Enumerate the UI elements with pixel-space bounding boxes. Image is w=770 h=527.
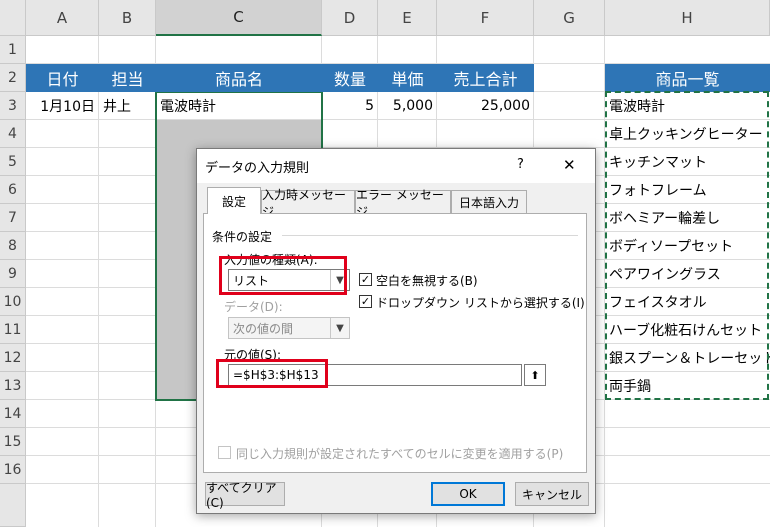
- row-header-16[interactable]: 16: [0, 456, 26, 484]
- apply-all-checkbox[interactable]: [218, 446, 231, 459]
- header-product-list[interactable]: 商品一覧: [605, 64, 770, 92]
- ignore-blank-label[interactable]: 空白を無視する(B): [376, 272, 478, 289]
- row-header-13[interactable]: 13: [0, 372, 26, 400]
- column-header-c[interactable]: C: [156, 0, 322, 36]
- collapse-dialog-button[interactable]: ⬆: [524, 364, 546, 386]
- column-header-f[interactable]: F: [437, 0, 534, 36]
- dialog-title[interactable]: データの入力規則: [197, 149, 595, 183]
- row-header-6[interactable]: 6: [0, 176, 26, 204]
- row-header-10[interactable]: 10: [0, 288, 26, 316]
- row-header-12[interactable]: 12: [0, 344, 26, 372]
- row-header-9[interactable]: 9: [0, 260, 26, 288]
- upload-arrow-icon: ⬆: [530, 368, 540, 382]
- clear-all-button[interactable]: すべてクリア(C): [205, 481, 285, 510]
- row-header-17[interactable]: [0, 484, 26, 527]
- cell-d3[interactable]: 5: [322, 92, 378, 120]
- cell-f3[interactable]: 25,000: [437, 92, 534, 120]
- row-header-14[interactable]: 14: [0, 400, 26, 428]
- cell-c3[interactable]: 電波時計: [156, 92, 322, 120]
- copy-marquee: [605, 91, 769, 400]
- header-price[interactable]: 単価: [378, 64, 437, 92]
- help-button[interactable]: ?: [517, 157, 524, 172]
- column-header-b[interactable]: B: [99, 0, 156, 36]
- close-button[interactable]: ✕: [563, 156, 576, 174]
- column-header-d[interactable]: D: [322, 0, 378, 36]
- data-value: 次の値の間: [233, 321, 294, 336]
- highlight-box-source: [216, 359, 328, 388]
- header-person[interactable]: 担当: [99, 64, 156, 92]
- row-header-4[interactable]: 4: [0, 120, 26, 148]
- cell-b3[interactable]: 井上: [99, 92, 156, 120]
- row-header-3[interactable]: 3: [0, 92, 26, 120]
- row-header-11[interactable]: 11: [0, 316, 26, 344]
- highlight-box-allow: [219, 256, 347, 295]
- cell-e3[interactable]: 5,000: [378, 92, 437, 120]
- column-header-h[interactable]: H: [605, 0, 770, 36]
- row-header-15[interactable]: 15: [0, 428, 26, 456]
- cancel-button[interactable]: キャンセル: [515, 482, 589, 506]
- data-label: データ(D):: [224, 300, 283, 314]
- tab-error-message[interactable]: エラー メッセージ: [355, 188, 451, 219]
- column-header-a[interactable]: A: [26, 0, 99, 36]
- apply-all-label[interactable]: 同じ入力規則が設定されたすべてのセルに変更を適用する(P): [236, 445, 563, 462]
- header-date[interactable]: 日付: [26, 64, 99, 92]
- chevron-down-icon[interactable]: ▼: [330, 318, 349, 338]
- ok-button[interactable]: OK: [431, 482, 505, 506]
- tab-input-message[interactable]: 入力時メッセージ: [261, 188, 355, 219]
- select-all-corner[interactable]: [0, 0, 26, 36]
- row-header-5[interactable]: 5: [0, 148, 26, 176]
- row-header-2[interactable]: 2: [0, 64, 26, 92]
- header-qty[interactable]: 数量: [322, 64, 378, 92]
- settings-panel: 条件の設定 入力値の種類(A): リスト ▼ ✓ 空白を無視する(B) ✓ ドロ…: [203, 213, 587, 473]
- dropdown-checkbox[interactable]: ✓: [359, 295, 372, 308]
- data-combo[interactable]: 次の値の間 ▼: [228, 317, 350, 339]
- data-validation-dialog: データの入力規則 ? ✕ 設定 入力時メッセージ エラー メッセージ 日本語入力…: [196, 148, 596, 514]
- group-label: 条件の設定: [212, 230, 273, 244]
- row-header-8[interactable]: 8: [0, 232, 26, 260]
- group-divider: [282, 235, 578, 236]
- row-header-7[interactable]: 7: [0, 204, 26, 232]
- ignore-blank-checkbox[interactable]: ✓: [359, 273, 372, 286]
- tab-ime[interactable]: 日本語入力: [451, 190, 527, 214]
- header-total[interactable]: 売上合計: [437, 64, 534, 92]
- column-header-g[interactable]: G: [534, 0, 605, 36]
- cell-a3[interactable]: 1月10日: [26, 92, 99, 120]
- dropdown-label[interactable]: ドロップダウン リストから選択する(I): [376, 294, 585, 311]
- tab-settings[interactable]: 設定: [207, 187, 261, 214]
- row-header-1[interactable]: 1: [0, 36, 26, 64]
- header-product[interactable]: 商品名: [156, 64, 322, 92]
- column-header-e[interactable]: E: [378, 0, 437, 36]
